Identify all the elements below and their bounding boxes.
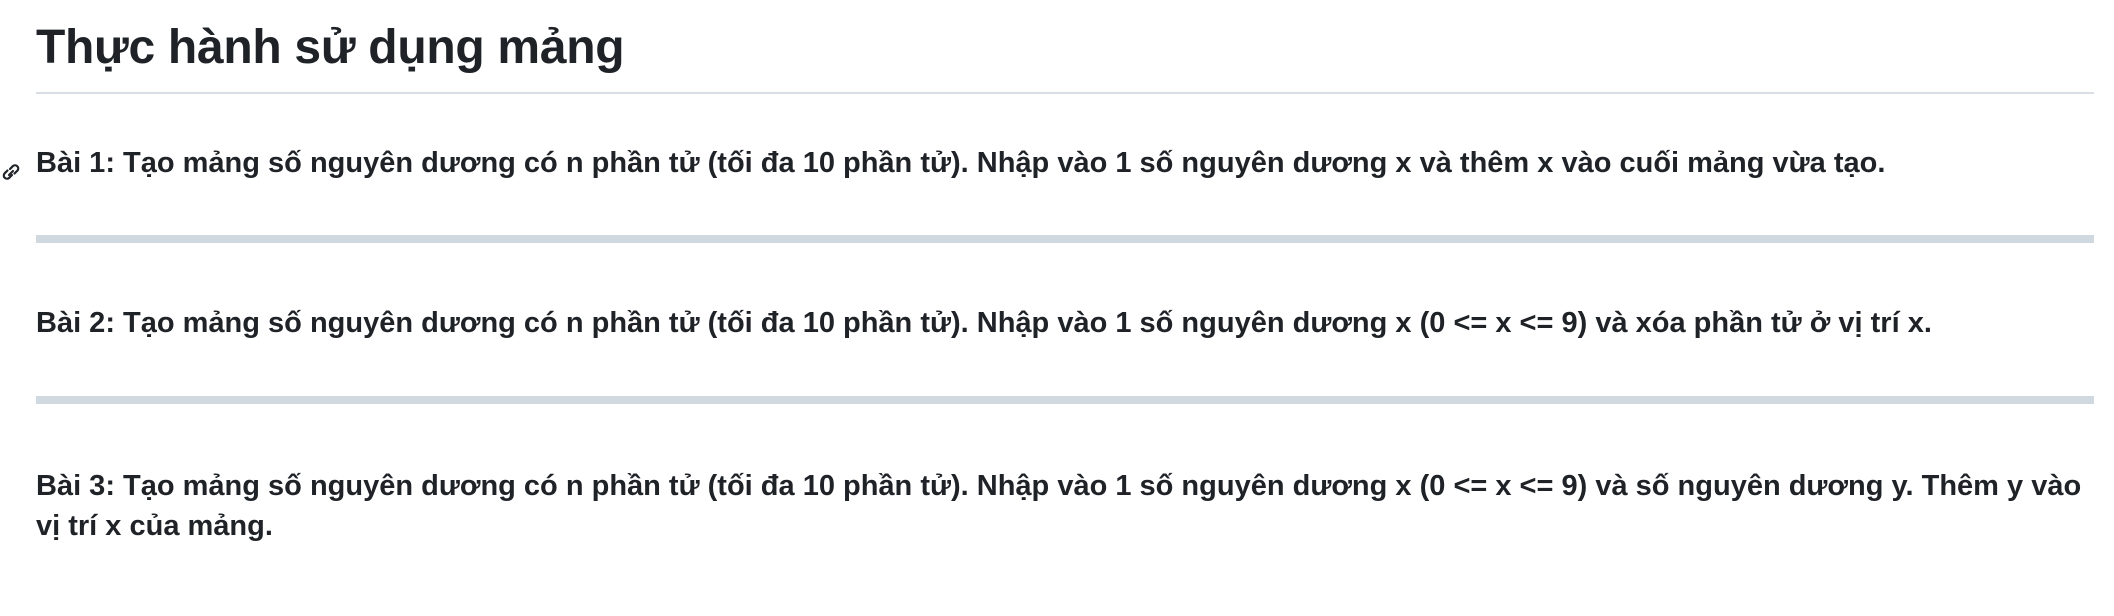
exercise-1: Bài 1: Tạo mảng số nguyên dương có n phầ… — [2, 143, 2094, 183]
exercise-3: Bài 3: Tạo mảng số nguyên dương có n phầ… — [36, 466, 2094, 546]
exercise-3-text: Bài 3: Tạo mảng số nguyên dương có n phầ… — [36, 470, 2082, 542]
link-icon[interactable] — [0, 153, 24, 180]
exercise-2: Bài 2: Tạo mảng số nguyên dương có n phầ… — [36, 303, 2094, 343]
title-divider — [36, 92, 2094, 94]
section-divider — [36, 396, 2094, 404]
page-title: Thực hành sử dụng mảng — [36, 21, 625, 74]
section-divider — [36, 235, 2094, 243]
exercise-1-text: Bài 1: Tạo mảng số nguyên dương có n phầ… — [36, 147, 1886, 179]
exercise-2-text: Bài 2: Tạo mảng số nguyên dương có n phầ… — [36, 307, 1932, 339]
markdown-body: Thực hành sử dụng mảng Bài 1: Tạo mảng s… — [2, 0, 2094, 546]
